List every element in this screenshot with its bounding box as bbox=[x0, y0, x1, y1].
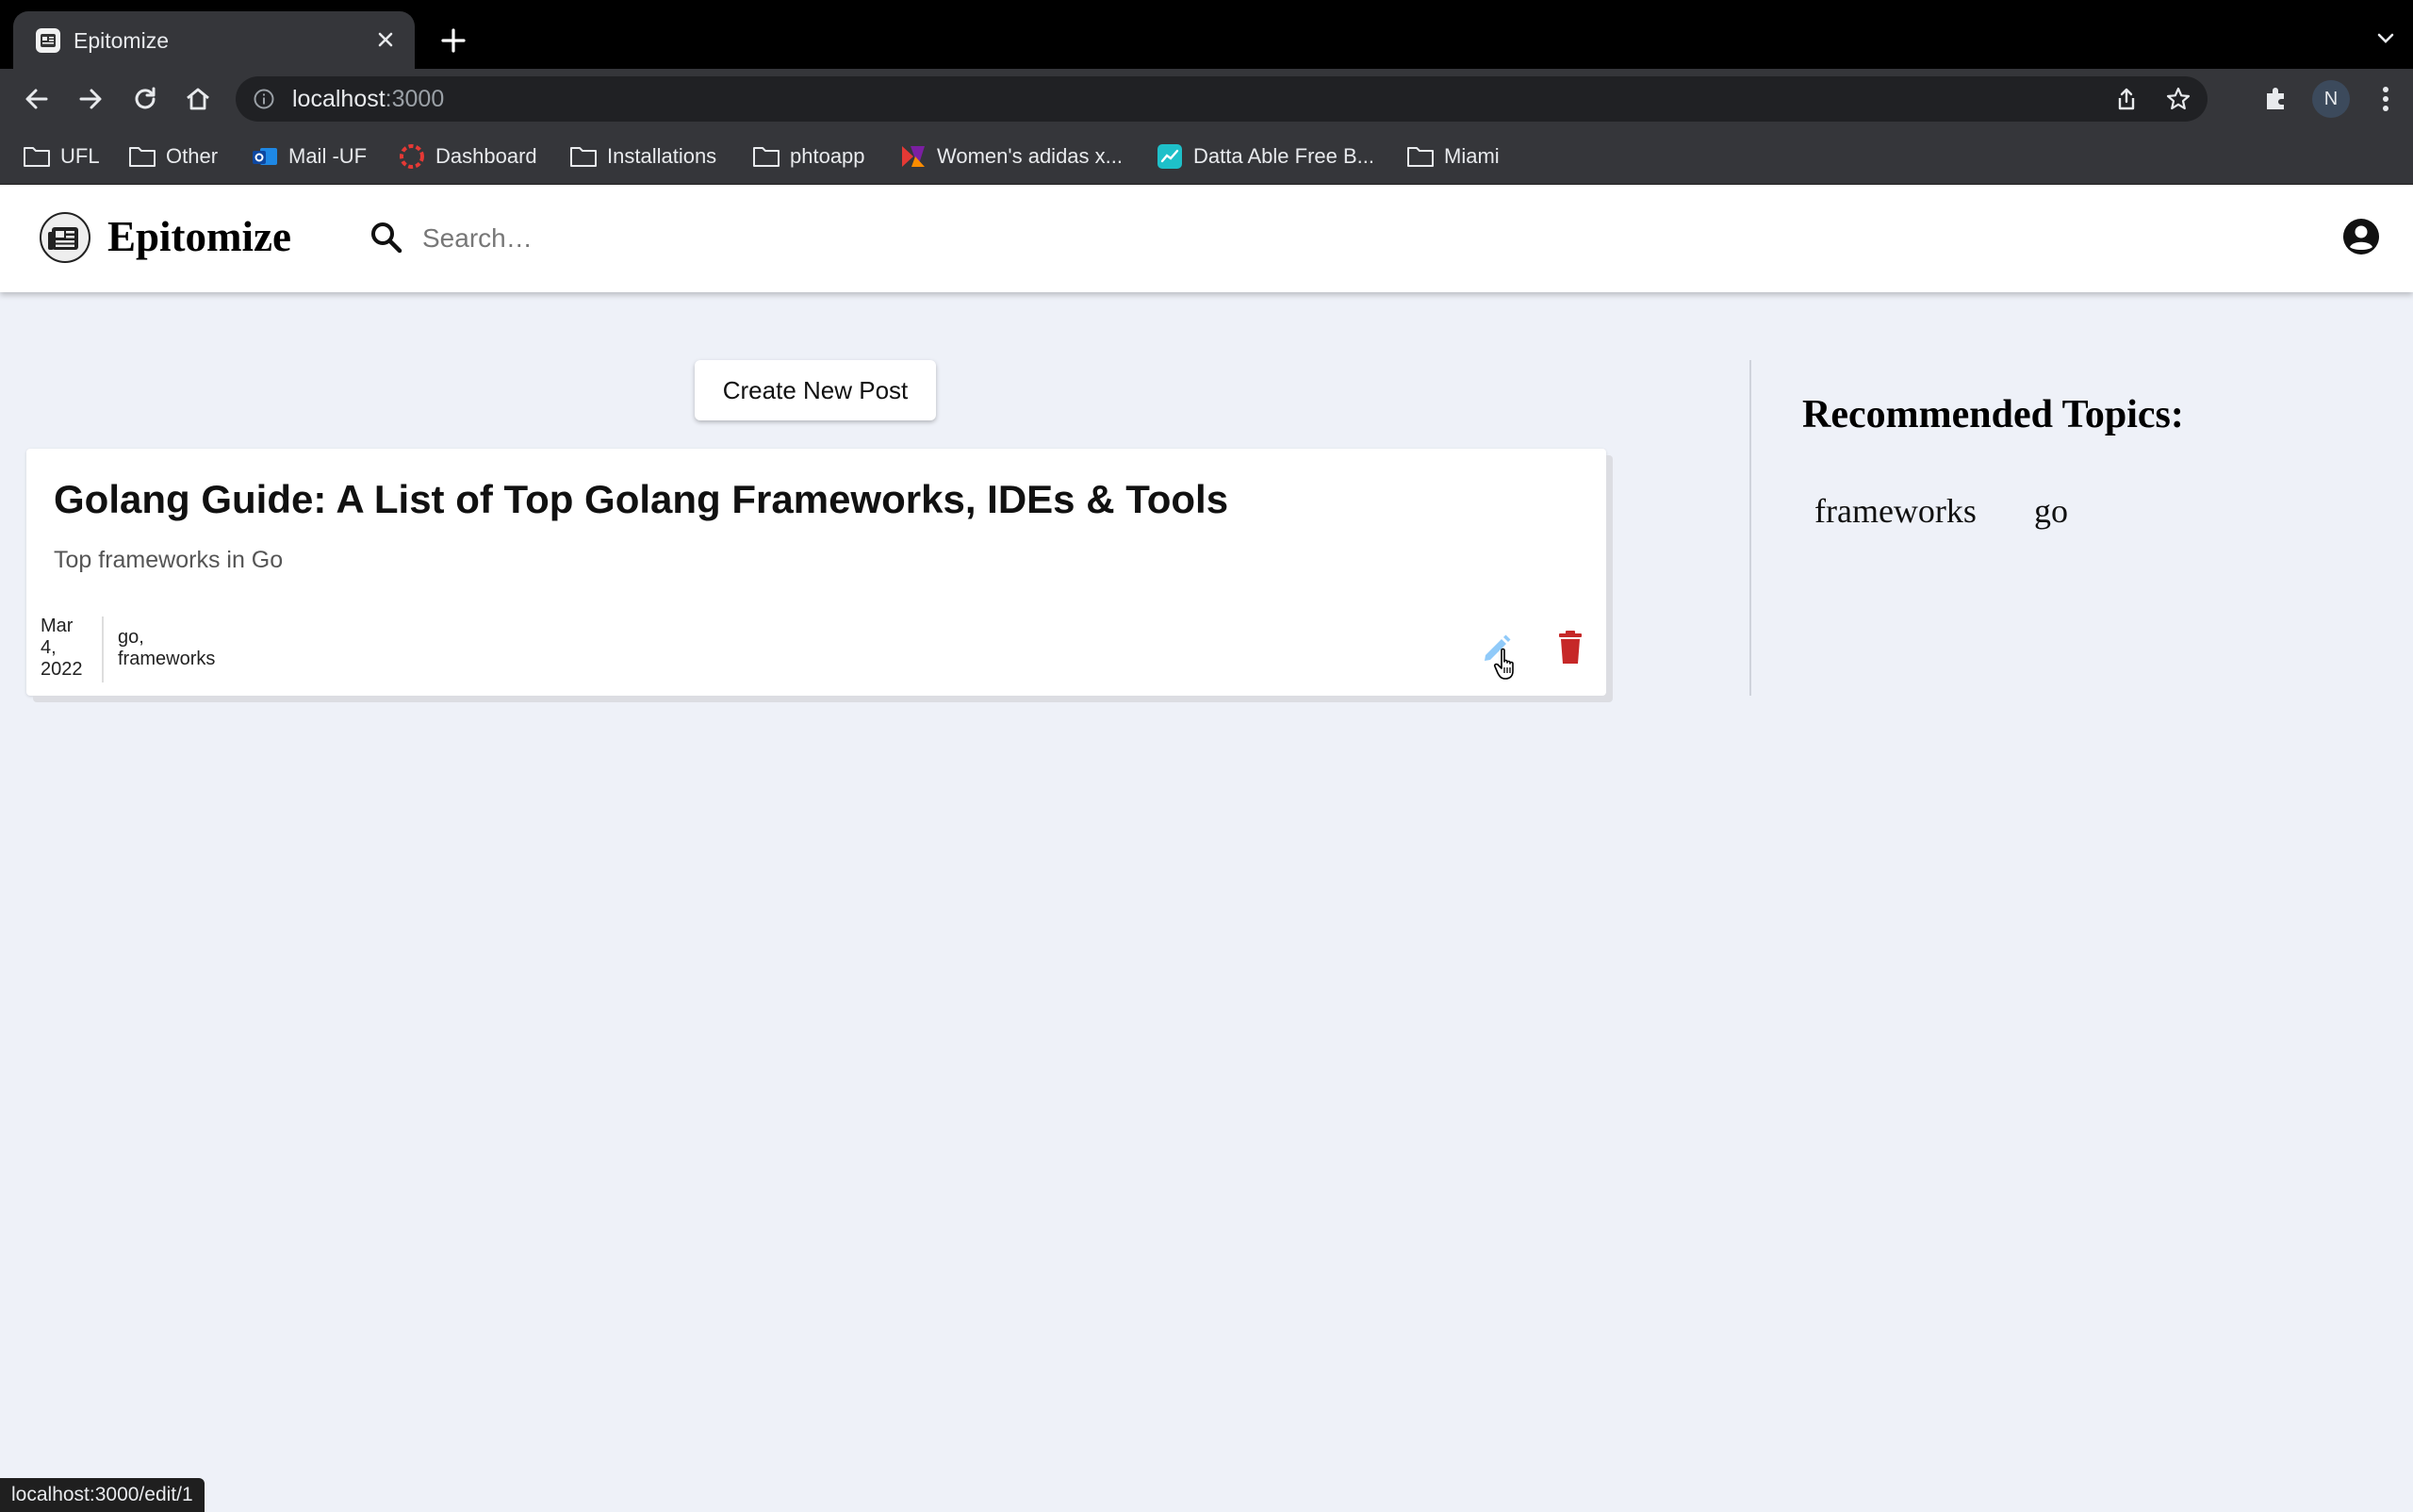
post-card[interactable]: Golang Guide: A List of Top Golang Frame… bbox=[26, 449, 1606, 696]
bookmark-installations[interactable]: Installations bbox=[569, 141, 716, 172]
bookmark-other[interactable]: Other bbox=[128, 141, 218, 172]
topic-frameworks[interactable]: frameworks bbox=[1814, 488, 1977, 534]
chevron-down-icon[interactable] bbox=[2373, 26, 2398, 51]
post-tag: frameworks bbox=[118, 649, 216, 669]
url-port: :3000 bbox=[385, 86, 445, 112]
bookmark-label: phtoapp bbox=[790, 144, 865, 168]
account-icon[interactable] bbox=[2341, 217, 2381, 256]
search-input[interactable] bbox=[420, 213, 1178, 264]
brand-title[interactable]: Epitomize bbox=[107, 208, 291, 265]
newspaper-logo-icon[interactable] bbox=[39, 211, 91, 264]
bookmark-label: Datta Able Free B... bbox=[1193, 144, 1374, 168]
info-icon[interactable] bbox=[253, 88, 275, 110]
post-description: Top frameworks in Go bbox=[54, 547, 284, 573]
post-tags: go, frameworks bbox=[118, 627, 215, 670]
bookmark-phtoapp[interactable]: phtoapp bbox=[752, 141, 865, 172]
post-date: Mar 4, 2022 bbox=[41, 616, 97, 681]
post-tag: go, bbox=[118, 627, 144, 648]
bookmark-label: Installations bbox=[607, 144, 717, 168]
tab-title: Epitomize bbox=[74, 28, 169, 53]
bookmark-label: UFL bbox=[60, 144, 100, 168]
app-header: Epitomize bbox=[0, 185, 2413, 292]
folder-icon bbox=[1407, 147, 1434, 167]
bookmark-label: Miami bbox=[1444, 144, 1500, 168]
bookmark-womens-adidas[interactable]: Women's adidas x... bbox=[899, 141, 1123, 172]
dashboard-icon bbox=[400, 144, 424, 169]
bookmark-mail-uf[interactable]: Mail -UF bbox=[251, 141, 367, 172]
home-icon[interactable] bbox=[181, 82, 215, 116]
forward-icon[interactable] bbox=[74, 82, 107, 116]
bookmark-ufl[interactable]: UFL bbox=[23, 141, 100, 172]
bookmark-dashboard[interactable]: Dashboard bbox=[398, 141, 537, 172]
share-icon[interactable] bbox=[2113, 86, 2140, 112]
bookmark-label: Mail -UF bbox=[288, 144, 368, 168]
new-tab-icon[interactable] bbox=[437, 25, 469, 57]
bookmark-label: Other bbox=[166, 144, 219, 168]
folder-icon bbox=[24, 147, 50, 167]
bookmark-datta-able[interactable]: Datta Able Free B... bbox=[1156, 141, 1374, 172]
bookmark-label: Dashboard bbox=[435, 144, 537, 168]
more-menu-icon[interactable] bbox=[2372, 82, 2400, 116]
folder-icon bbox=[570, 147, 597, 167]
chart-icon bbox=[1157, 144, 1182, 169]
url-host: localhost bbox=[292, 86, 386, 112]
browser-tab[interactable]: Epitomize bbox=[13, 11, 415, 69]
outlook-icon bbox=[253, 148, 277, 165]
address-bar[interactable]: localhost:3000 bbox=[236, 76, 2208, 122]
folder-icon bbox=[753, 147, 780, 167]
post-date-month: Mar bbox=[41, 616, 74, 636]
reload-icon[interactable] bbox=[128, 82, 162, 116]
bookmark-miami[interactable]: Miami bbox=[1406, 141, 1500, 172]
bookmarks-bar: UFL Other Mail -UF Dashboard Installatio… bbox=[0, 129, 2413, 185]
browser-tab-strip: Epitomize bbox=[0, 0, 2413, 69]
back-icon[interactable] bbox=[20, 82, 54, 116]
post-meta-divider bbox=[102, 616, 104, 682]
hand-cursor-icon bbox=[1493, 648, 1514, 680]
sidebar-divider bbox=[1749, 360, 1751, 696]
newspaper-icon bbox=[36, 28, 60, 53]
adidas-icon bbox=[902, 146, 925, 167]
post-date-day: 4, bbox=[41, 637, 57, 658]
status-bar-url: localhost:3000/edit/1 bbox=[0, 1478, 205, 1512]
folder-icon bbox=[129, 147, 156, 167]
recommended-topics-heading: Recommended Topics: bbox=[1802, 393, 2184, 436]
bookmark-label: Women's adidas x... bbox=[937, 144, 1123, 168]
browser-toolbar: localhost:3000 N bbox=[0, 69, 2413, 129]
close-tab-icon[interactable] bbox=[371, 25, 400, 54]
bookmark-star-icon[interactable] bbox=[2164, 85, 2192, 113]
url-text: localhost:3000 bbox=[292, 86, 444, 112]
delete-trash-icon[interactable] bbox=[1551, 628, 1589, 667]
post-title[interactable]: Golang Guide: A List of Top Golang Frame… bbox=[54, 475, 1228, 524]
profile-avatar[interactable]: N bbox=[2312, 80, 2350, 118]
topic-go[interactable]: go bbox=[2034, 488, 2068, 534]
post-date-year: 2022 bbox=[41, 659, 83, 680]
create-new-post-button[interactable]: Create New Post bbox=[695, 360, 936, 420]
search-icon bbox=[371, 222, 402, 254]
extensions-icon[interactable] bbox=[2260, 82, 2292, 114]
